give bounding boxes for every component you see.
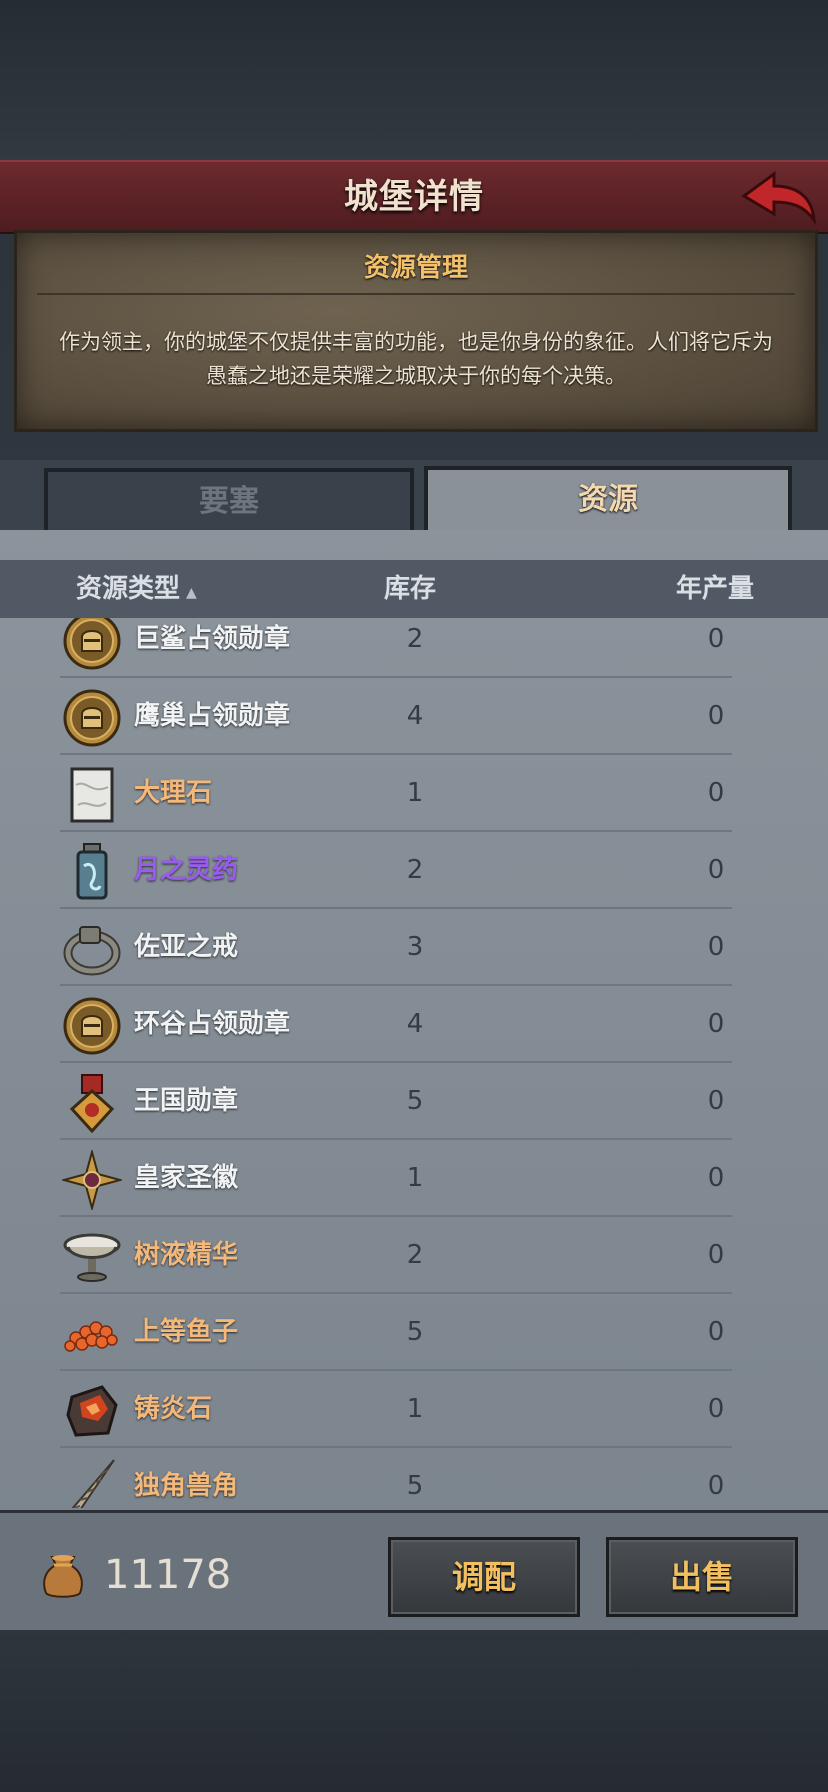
resource-stock: 1 <box>406 1394 424 1424</box>
resource-row[interactable]: 树液精华 2 0 <box>0 1217 828 1294</box>
knight-medal-icon <box>62 618 122 671</box>
resource-production: 0 <box>707 778 725 808</box>
resource-production: 0 <box>707 701 725 731</box>
resource-row[interactable]: 佐亚之戒 3 0 <box>0 909 828 986</box>
resource-name: 环谷占领勋章 <box>134 1009 291 1039</box>
page-title: 城堡详情 <box>344 177 484 217</box>
intro-text: 作为领主，你的城堡不仅提供丰富的功能，也是你身份的象征。人们将它斥为愚蠢之地还是… <box>59 330 773 388</box>
intro-title: 资源管理 <box>363 253 468 283</box>
sort-arrow-icon: ▲ <box>186 585 197 601</box>
resource-name: 皇家圣徽 <box>134 1163 239 1193</box>
potion-bottle-icon <box>62 842 122 902</box>
gold-sack-icon <box>40 1551 86 1599</box>
resource-stock: 2 <box>406 1240 424 1270</box>
resource-production: 0 <box>707 1317 725 1347</box>
caviar-icon <box>62 1304 122 1364</box>
knight-medal-icon <box>62 688 122 748</box>
resource-row[interactable]: 皇家圣徽 1 0 <box>0 1140 828 1217</box>
tab-fortress[interactable]: 要塞 <box>44 468 414 536</box>
allocate-button[interactable]: 调配 <box>388 1537 580 1617</box>
resource-row[interactable]: 王国勋章 5 0 <box>0 1063 828 1140</box>
resource-row[interactable]: 环谷占领勋章 4 0 <box>0 986 828 1063</box>
resource-production: 0 <box>707 932 725 962</box>
bottom-background <box>0 1630 828 1792</box>
resource-stock: 1 <box>406 778 424 808</box>
fire-stone-icon <box>62 1381 122 1441</box>
resource-name: 佐亚之戒 <box>134 932 239 962</box>
resource-row[interactable]: 大理石 1 0 <box>0 755 828 832</box>
resource-name: 大理石 <box>134 778 213 808</box>
resource-production: 0 <box>707 1240 725 1270</box>
resource-name: 独角兽角 <box>134 1471 239 1501</box>
resource-stock: 4 <box>406 701 424 731</box>
resource-production: 0 <box>707 624 725 654</box>
resource-stock: 3 <box>406 932 424 962</box>
kingdom-medal-icon <box>62 1073 122 1134</box>
resource-production: 0 <box>707 855 725 885</box>
resource-row[interactable]: 铸炎石 1 0 <box>0 1371 828 1448</box>
column-type[interactable]: 资源类型 ▲ <box>76 560 197 618</box>
resource-stock: 5 <box>406 1317 424 1347</box>
table-header: 资源类型 ▲ 库存 年产量 <box>0 560 828 618</box>
resource-production: 0 <box>707 1394 725 1424</box>
column-production: 年产量 <box>676 574 755 604</box>
resource-row[interactable]: 月之灵药 2 0 <box>0 832 828 909</box>
intro-panel: 资源管理 作为领主，你的城堡不仅提供丰富的功能，也是你身份的象征。人们将它斥为愚… <box>14 230 818 432</box>
tab-resources[interactable]: 资源 <box>424 466 792 532</box>
resource-production: 0 <box>707 1163 725 1193</box>
resource-stock: 4 <box>406 1009 424 1039</box>
resource-name: 王国勋章 <box>134 1086 239 1116</box>
ring-icon <box>62 919 122 979</box>
resource-production: 0 <box>707 1086 725 1116</box>
resource-name: 铸炎石 <box>134 1394 213 1424</box>
resource-name: 月之灵药 <box>134 855 239 885</box>
top-background <box>0 0 828 160</box>
resource-name: 上等鱼子 <box>134 1317 239 1347</box>
resource-name: 鹰巢占领勋章 <box>134 701 291 731</box>
resource-production: 0 <box>707 1009 725 1039</box>
resource-stock: 5 <box>406 1086 424 1116</box>
bottom-bar: 11178 调配 出售 <box>0 1510 828 1633</box>
column-stock: 库存 <box>384 574 437 604</box>
unicorn-horn-icon <box>62 1458 122 1508</box>
sap-bowl-icon <box>62 1227 122 1287</box>
resource-production: 0 <box>707 1471 725 1501</box>
resource-name: 巨鲨占领勋章 <box>134 624 291 654</box>
resource-stock: 2 <box>406 855 424 885</box>
resource-row[interactable]: 鹰巢占领勋章 4 0 <box>0 678 828 755</box>
resource-row[interactable]: 巨鲨占领勋章 2 0 <box>0 618 828 678</box>
knight-medal-icon <box>62 996 122 1056</box>
intro-divider <box>37 293 795 295</box>
gold-amount: 11178 <box>104 1552 232 1598</box>
header-bar: 城堡详情 <box>0 160 828 234</box>
resource-list[interactable]: 巨鲨占领勋章 2 0 鹰巢占领勋章 4 0 大理石 1 0 月之灵药 2 0 佐亚之戒 3 0 环谷占领勋章 4… <box>0 618 828 1508</box>
resource-name: 树液精华 <box>134 1240 239 1270</box>
royal-emblem-icon <box>60 1148 124 1212</box>
resource-stock: 2 <box>406 624 424 654</box>
back-arrow-icon[interactable] <box>740 170 818 226</box>
resource-row[interactable]: 上等鱼子 5 0 <box>0 1294 828 1371</box>
resource-stock: 5 <box>406 1471 424 1501</box>
marble-icon <box>62 765 122 825</box>
resource-row[interactable]: 独角兽角 5 0 <box>0 1448 828 1508</box>
resource-stock: 1 <box>406 1163 424 1193</box>
sell-button[interactable]: 出售 <box>606 1537 798 1617</box>
